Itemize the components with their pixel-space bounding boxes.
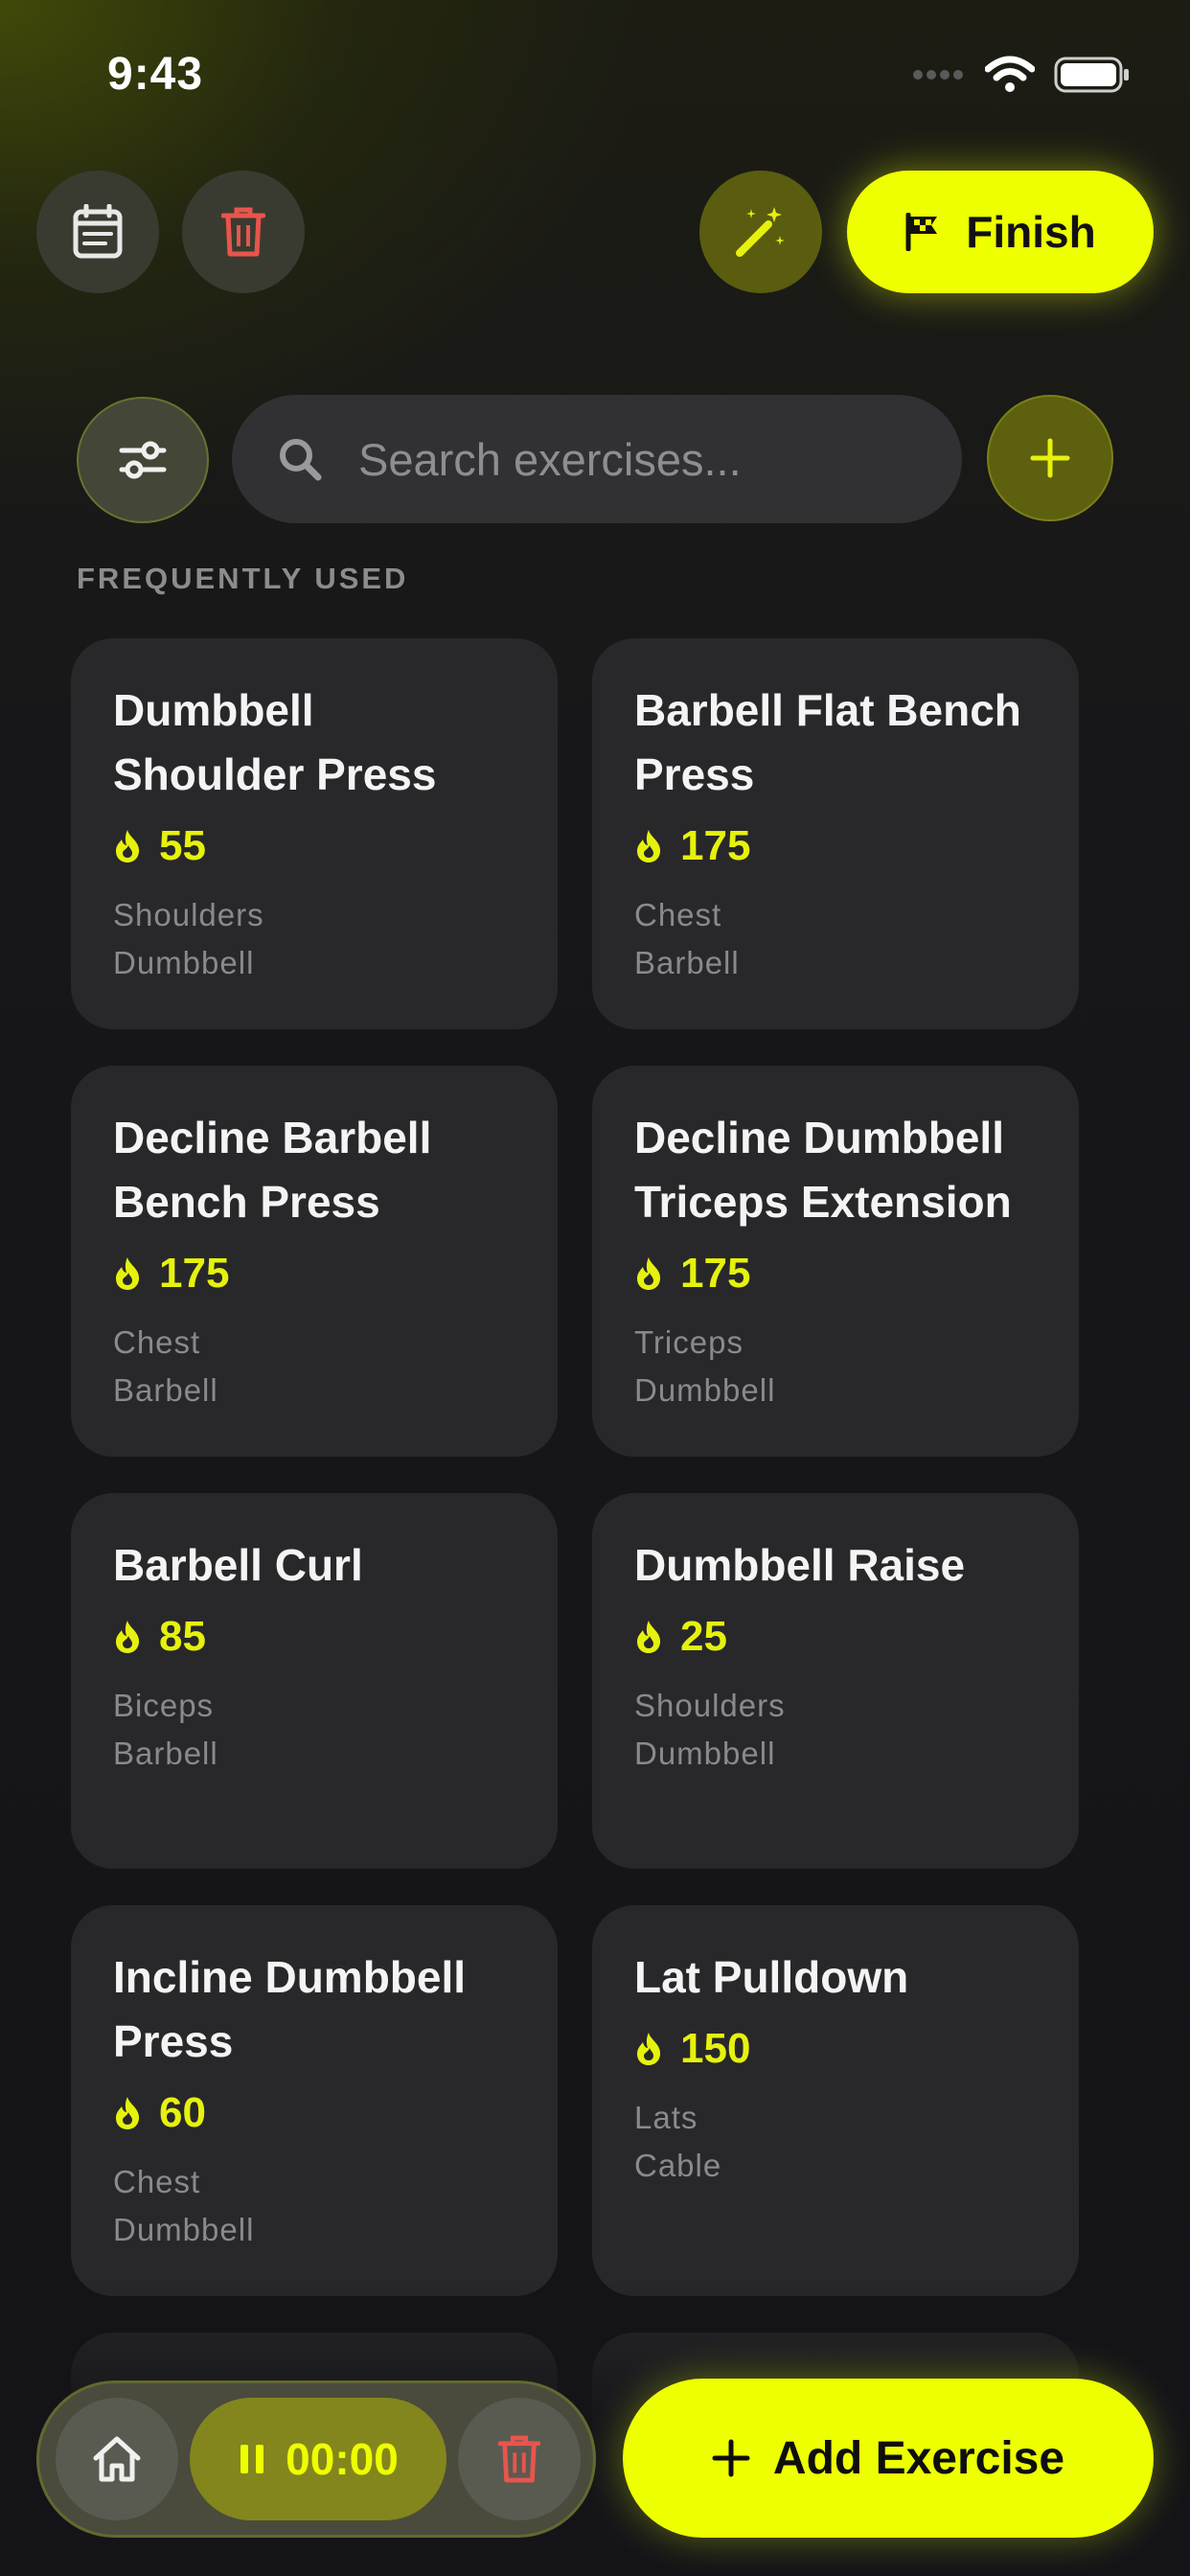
exercise-title: Decline Dumbbell Triceps Extension	[634, 1113, 1012, 1227]
flame-icon	[637, 1621, 661, 1653]
exercise-title: Decline Barbell Bench Press	[113, 1113, 432, 1227]
exercise-muscle: Biceps	[113, 1688, 215, 1723]
trash-icon	[498, 2435, 540, 2483]
exercise-value: 55	[159, 822, 206, 869]
battery-icon	[1054, 57, 1129, 93]
exercise-card[interactable]: Barbell Flat Bench Press 175 Chest Barbe…	[592, 638, 1079, 1029]
flame-icon	[116, 1257, 140, 1290]
exercise-title: Incline Dumbbell Press	[113, 1952, 467, 2066]
exercise-card[interactable]: Decline Barbell Bench Press 175 Chest Ba…	[71, 1066, 558, 1457]
exercise-stat: 175	[634, 1244, 1041, 1303]
reset-timer-button[interactable]	[458, 2398, 581, 2520]
exercise-meta: Chest Dumbbell	[113, 2158, 519, 2254]
exercise-card[interactable]: Dumbbell Raise 25 Shoulders Dumbbell	[592, 1493, 1079, 1869]
timer-pause-button[interactable]: 00:00	[190, 2398, 446, 2520]
exercise-value: 175	[680, 822, 751, 869]
calendar-button[interactable]	[36, 171, 159, 293]
status-time: 9:43	[107, 49, 204, 100]
exercise-meta: Shoulders Dumbbell	[113, 891, 519, 987]
exercise-muscle: Shoulders	[634, 1688, 786, 1723]
timer-label: 00:00	[286, 2434, 399, 2484]
wifi-icon	[985, 56, 1035, 92]
plus-icon	[712, 2439, 750, 2477]
exercise-muscle: Triceps	[634, 1324, 744, 1360]
trash-icon	[221, 207, 265, 257]
exercise-muscle: Chest	[113, 1324, 201, 1360]
exercise-meta: Lats Cable	[634, 2094, 1041, 2190]
exercise-value: 175	[159, 1250, 230, 1297]
exercise-value: 85	[159, 1613, 206, 1660]
add-exercise-button[interactable]: Add Exercise	[623, 2379, 1154, 2538]
flame-icon	[637, 1257, 661, 1290]
exercise-meta: Chest Barbell	[113, 1319, 519, 1414]
search-input[interactable]	[356, 431, 935, 487]
exercise-equipment: Dumbbell	[113, 945, 255, 980]
sliders-icon	[119, 441, 167, 479]
exercise-stat: 175	[113, 1244, 519, 1303]
exercise-value: 60	[159, 2089, 206, 2136]
exercise-title: Dumbbell Shoulder Press	[113, 685, 437, 799]
exercise-equipment: Barbell	[113, 1736, 218, 1771]
exercise-stat: 85	[113, 1607, 519, 1667]
exercise-card[interactable]: Decline Dumbbell Triceps Extension 175 T…	[592, 1066, 1079, 1457]
magic-wand-icon	[736, 207, 785, 257]
exercise-equipment: Dumbbell	[113, 2212, 255, 2247]
exercise-meta: Chest Barbell	[634, 891, 1041, 987]
search-bar[interactable]	[232, 395, 962, 523]
exercise-muscle: Lats	[634, 2100, 698, 2135]
exercise-value: 25	[680, 1613, 727, 1660]
exercise-title: Barbell Flat Bench Press	[634, 685, 1021, 799]
exercise-title: Dumbbell Raise	[634, 1540, 966, 1590]
magic-wand-button[interactable]	[699, 171, 822, 293]
flame-icon	[637, 2033, 661, 2065]
exercise-equipment: Barbell	[634, 945, 740, 980]
flag-icon	[905, 213, 938, 251]
exercise-stat: 25	[634, 1607, 1041, 1667]
section-label: FREQUENTLY USED	[77, 562, 409, 595]
status-indicators	[912, 56, 1131, 94]
finish-label: Finish	[966, 207, 1096, 257]
discard-workout-button[interactable]	[182, 171, 305, 293]
home-button[interactable]	[56, 2398, 178, 2520]
exercise-meta: Triceps Dumbbell	[634, 1319, 1041, 1414]
exercise-equipment: Cable	[634, 2148, 722, 2183]
exercise-muscle: Chest	[634, 897, 722, 932]
exercise-value: 150	[680, 2025, 751, 2072]
exercise-card[interactable]: Incline Dumbbell Press 60 Chest Dumbbell	[71, 1905, 558, 2296]
exercise-card[interactable]: Dumbbell Shoulder Press 55 Shoulders Dum…	[71, 638, 558, 1029]
exercise-card[interactable]: Lat Pulldown 150 Lats Cable	[592, 1905, 1079, 2296]
flame-icon	[637, 830, 661, 862]
add-exercise-label: Add Exercise	[772, 2432, 1065, 2484]
exercise-meta: Biceps Barbell	[113, 1682, 519, 1778]
exercise-stat: 55	[113, 816, 519, 876]
flame-icon	[116, 1621, 140, 1653]
signal-dots-icon	[913, 70, 963, 80]
home-icon	[93, 2436, 141, 2482]
exercise-meta: Shoulders Dumbbell	[634, 1682, 1041, 1778]
exercise-equipment: Barbell	[113, 1372, 218, 1408]
exercise-stat: 150	[634, 2019, 1041, 2079]
exercise-muscle: Chest	[113, 2164, 201, 2199]
exercise-equipment: Dumbbell	[634, 1372, 776, 1408]
plus-icon	[1030, 438, 1070, 478]
exercise-stat: 60	[113, 2083, 519, 2143]
flame-icon	[116, 2097, 140, 2129]
finish-button[interactable]: Finish	[847, 171, 1154, 293]
calendar-list-icon	[73, 204, 123, 259]
exercise-card[interactable]: Barbell Curl 85 Biceps Barbell	[71, 1493, 558, 1869]
exercise-title: Barbell Curl	[113, 1540, 363, 1590]
pause-icon	[240, 2445, 264, 2473]
exercise-title: Lat Pulldown	[634, 1952, 909, 2002]
exercise-muscle: Shoulders	[113, 897, 264, 932]
exercise-stat: 175	[634, 816, 1041, 876]
search-icon	[280, 439, 322, 481]
flame-icon	[116, 830, 140, 862]
exercise-equipment: Dumbbell	[634, 1736, 776, 1771]
filter-button[interactable]	[77, 397, 209, 523]
exercise-value: 175	[680, 1250, 751, 1297]
create-exercise-button[interactable]	[987, 395, 1113, 521]
